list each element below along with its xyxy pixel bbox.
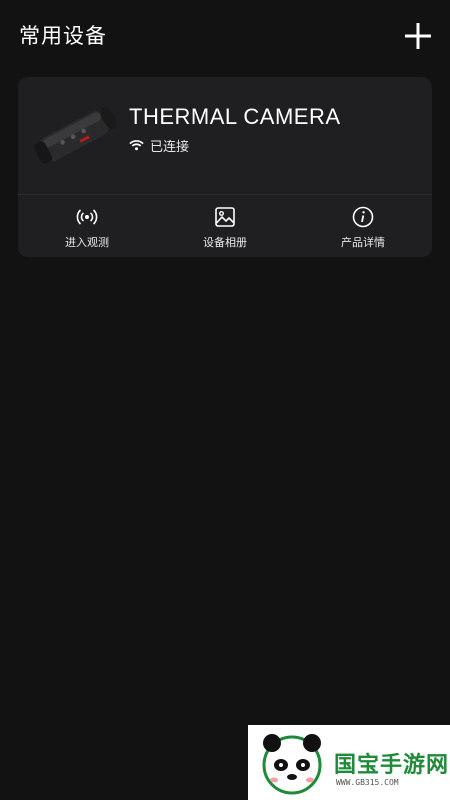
plus-icon bbox=[405, 23, 431, 49]
info-icon bbox=[352, 206, 374, 228]
enter-observation-button[interactable]: 进入观测 bbox=[18, 195, 156, 257]
connection-status: 已连接 bbox=[129, 135, 189, 155]
add-device-button[interactable] bbox=[400, 18, 436, 54]
product-details-label: 产品详情 bbox=[341, 236, 385, 249]
enter-observation-label: 进入观测 bbox=[65, 236, 109, 249]
live-signal-icon bbox=[76, 209, 98, 225]
status-text: 已连接 bbox=[150, 139, 190, 155]
device-album-label: 设备相册 bbox=[203, 236, 247, 249]
thermal-camera-image bbox=[34, 106, 117, 164]
watermark-url: WWW.GB315.COM bbox=[336, 778, 399, 787]
panda-logo-icon bbox=[262, 734, 322, 795]
device-card[interactable]: THERMAL CAMERA 已连接 进入观测 设备相册 产品详情 bbox=[18, 77, 432, 257]
device-actions: 进入观测 设备相册 产品详情 bbox=[18, 195, 432, 257]
app-header: 常用设备 bbox=[0, 0, 450, 70]
wifi-icon bbox=[129, 140, 144, 151]
page-title: 常用设备 bbox=[19, 24, 107, 48]
watermark-badge: 国宝手游网 WWW.GB315.COM bbox=[248, 725, 450, 800]
watermark-text: 国宝手游网 bbox=[334, 753, 450, 778]
device-name: THERMAL CAMERA bbox=[129, 104, 341, 129]
product-details-button[interactable]: 产品详情 bbox=[294, 195, 432, 257]
device-album-button[interactable]: 设备相册 bbox=[156, 195, 294, 257]
image-icon bbox=[215, 207, 235, 227]
